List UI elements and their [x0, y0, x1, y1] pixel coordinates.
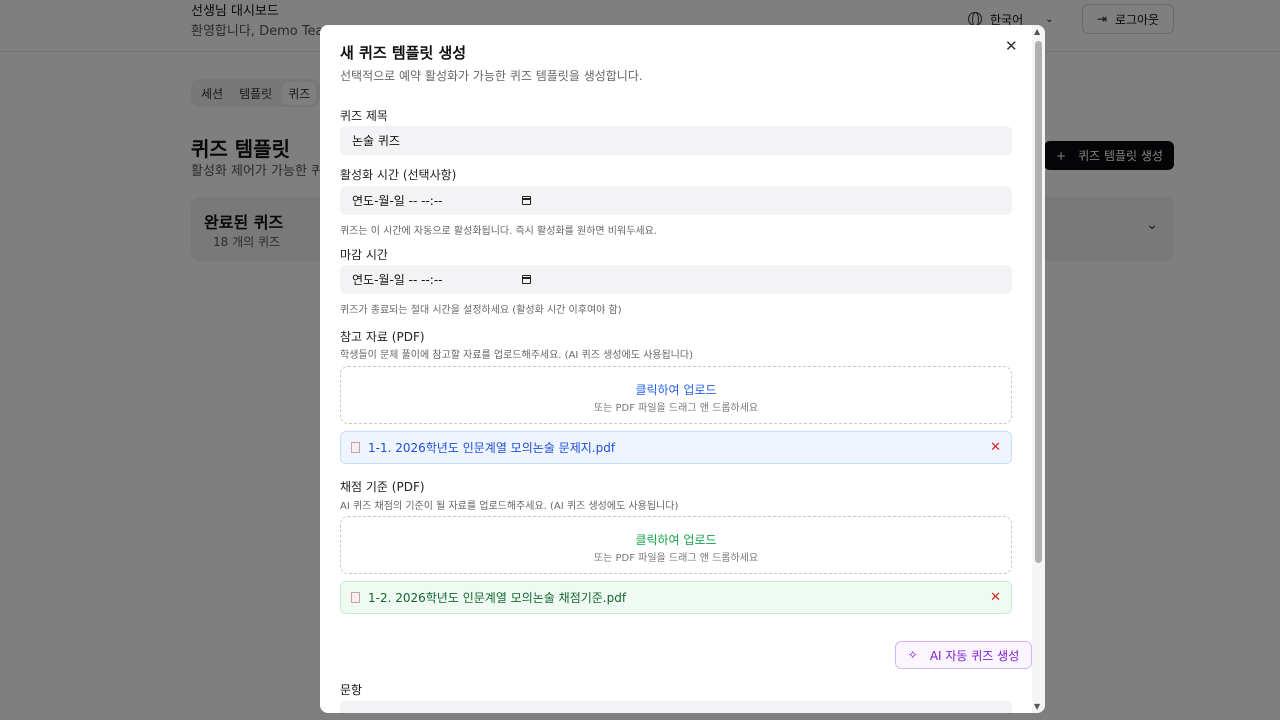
- scrollbar[interactable]: ▲ ▼: [1032, 25, 1045, 713]
- deadline-label: 마감 시간: [340, 248, 388, 262]
- activation-value: 연도-월-일 -- --:--: [352, 194, 443, 208]
- pdf-file-icon: [351, 592, 360, 603]
- reference-hint: 학생들이 문제 풀이에 참고할 자료를 업로드해주세요. (AI 퀴즈 생성에도…: [340, 350, 693, 361]
- quiz-title-input[interactable]: 논술 퀴즈: [340, 126, 1012, 155]
- calendar-icon[interactable]: [522, 196, 532, 205]
- deadline-hint: 퀴즈가 종료되는 절대 시간을 설정하세요 (활성화 시간 이후여야 함): [340, 305, 622, 316]
- rubric-file-name: 1-2. 2026학년도 인문계열 모의논술 채점기준.pdf: [368, 591, 627, 605]
- rubric-upload-link[interactable]: 클릭하여 업로드: [341, 531, 1011, 548]
- rubric-file-item: 1-2. 2026학년도 인문계열 모의논술 채점기준.pdf ✕: [340, 581, 1012, 614]
- activation-label: 활성화 시간 (선택사항): [340, 168, 457, 182]
- ai-button-label: AI 자동 퀴즈 생성: [929, 648, 1020, 663]
- deadline-value: 연도-월-일 -- --:--: [352, 273, 443, 287]
- reference-label: 참고 자료 (PDF): [340, 330, 425, 344]
- deadline-time-input[interactable]: 연도-월-일 -- --:--: [340, 265, 1012, 294]
- modal-description: 선택적으로 예약 활성화가 가능한 퀴즈 템플릿을 생성합니다.: [340, 69, 643, 83]
- scroll-down-arrow-icon[interactable]: ▼: [1034, 702, 1040, 711]
- close-icon[interactable]: ✕: [1005, 37, 1018, 55]
- pdf-file-icon: [351, 442, 360, 453]
- sparkle-icon: ✧: [907, 648, 918, 662]
- scroll-up-arrow-icon[interactable]: ▲: [1034, 27, 1040, 36]
- rubric-label: 채점 기준 (PDF): [340, 480, 425, 494]
- reference-file-name: 1-1. 2026학년도 인문계열 모의논술 문제지.pdf: [368, 441, 616, 455]
- scrollbar-thumb[interactable]: [1035, 41, 1042, 563]
- quiz-title-label: 퀴즈 제목: [340, 109, 388, 123]
- rubric-drag-hint: 또는 PDF 파일을 드래그 앤 드롭하세요: [593, 553, 759, 564]
- rubric-hint: AI 퀴즈 채점의 기준이 될 자료를 업로드해주세요. (AI 퀴즈 생성에도…: [340, 501, 679, 512]
- x-icon[interactable]: ✕: [990, 440, 1001, 455]
- activation-hint: 퀴즈는 이 시간에 자동으로 활성화됩니다. 즉시 활성화를 원하면 비워두세요…: [340, 226, 657, 237]
- create-quiz-modal: ✕ 새 퀴즈 템플릿 생성 선택적으로 예약 활성화가 가능한 퀴즈 템플릿을 …: [320, 25, 1045, 713]
- questions-field[interactable]: [340, 701, 1012, 713]
- activation-time-input[interactable]: 연도-월-일 -- --:--: [340, 186, 1012, 215]
- x-icon[interactable]: ✕: [990, 590, 1001, 605]
- calendar-icon[interactable]: [522, 275, 532, 284]
- rubric-dropzone[interactable]: 클릭하여 업로드 또는 PDF 파일을 드래그 앤 드롭하세요: [340, 516, 1012, 574]
- modal-title: 새 퀴즈 템플릿 생성: [340, 44, 467, 62]
- reference-upload-link[interactable]: 클릭하여 업로드: [341, 381, 1011, 398]
- reference-file-item: 1-1. 2026학년도 인문계열 모의논술 문제지.pdf ✕: [340, 431, 1012, 464]
- reference-drag-hint: 또는 PDF 파일을 드래그 앤 드롭하세요: [593, 403, 759, 414]
- questions-label: 문항: [340, 683, 363, 697]
- ai-generate-quiz-button[interactable]: ✧ AI 자동 퀴즈 생성: [895, 641, 1032, 669]
- reference-dropzone[interactable]: 클릭하여 업로드 또는 PDF 파일을 드래그 앤 드롭하세요: [340, 366, 1012, 424]
